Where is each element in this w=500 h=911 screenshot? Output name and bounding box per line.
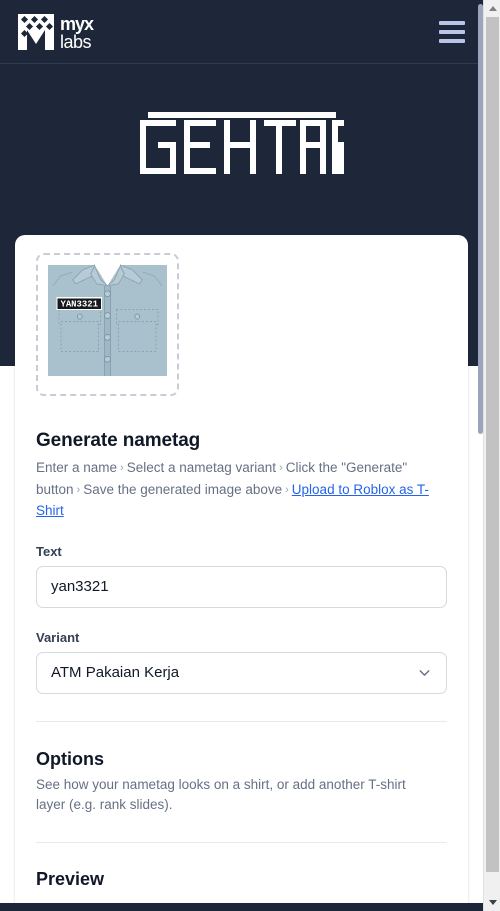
- generate-nametag-heading: Generate nametag: [36, 430, 201, 451]
- text-field-group: Text: [36, 544, 447, 608]
- step-separator: ›: [285, 483, 289, 496]
- options-heading: Options: [36, 748, 104, 769]
- hamburger-menu-icon[interactable]: [437, 19, 467, 45]
- gentag-wordmark: [0, 112, 483, 174]
- gentag-wordmark-icon: [139, 112, 344, 174]
- svg-text:labs: labs: [60, 32, 92, 52]
- text-input[interactable]: [36, 565, 447, 608]
- step-1: Enter a name: [36, 460, 118, 475]
- app-page: myx labs YAN3321 Generate nametag Enter …: [0, 0, 500, 911]
- page-viewport: myx labs YAN3321 Generate nametag Enter …: [0, 0, 483, 911]
- step-separator: ›: [279, 462, 283, 474]
- variant-select-wrapper: ATM Pakaian Kerja: [36, 651, 447, 694]
- text-field-label: Text: [36, 543, 62, 559]
- scroll-down-arrow[interactable]: [484, 894, 500, 911]
- variant-field-group: Variant ATM Pakaian Kerja: [36, 630, 447, 694]
- variant-select[interactable]: ATM Pakaian Kerja: [36, 651, 447, 694]
- scroll-up-arrow[interactable]: [484, 0, 500, 17]
- nametag-thumbnail[interactable]: YAN3321: [36, 253, 179, 396]
- variant-select-value: ATM Pakaian Kerja: [51, 664, 180, 681]
- step-separator: ›: [76, 483, 81, 496]
- browser-scrollbar-thumb[interactable]: [486, 17, 499, 872]
- myx-labs-logo-icon: myx labs: [18, 13, 95, 52]
- variant-field-label: Variant: [36, 629, 80, 645]
- hamburger-line: [439, 20, 465, 25]
- top-navbar: myx labs: [0, 0, 483, 64]
- browser-scrollbar[interactable]: [483, 0, 500, 911]
- page-footer-strip: [0, 903, 483, 911]
- options-description: See how your nametag looks on a shirt, o…: [36, 776, 406, 812]
- thumbnail-nametag-text: YAN3321: [60, 300, 97, 310]
- step-4: Save the generated image above: [83, 481, 283, 497]
- svg-text:myx: myx: [60, 14, 94, 34]
- hamburger-line: [439, 38, 465, 43]
- preview-heading: Preview: [36, 868, 105, 889]
- triangle-down-icon: [488, 900, 497, 905]
- main-card: YAN3321 Generate nametag Enter a name › Se…: [15, 235, 468, 911]
- brand-logo[interactable]: myx labs: [16, 12, 110, 52]
- generate-steps-text: Enter a name › Select a nametag variant › Cl…: [36, 458, 447, 522]
- shirt-preview-image: YAN3321: [43, 260, 172, 389]
- preview-divider: [36, 841, 447, 843]
- step-2: Select a nametag variant: [126, 460, 277, 475]
- options-divider: [36, 720, 447, 722]
- step-separator: ›: [120, 462, 124, 474]
- hamburger-line: [439, 29, 465, 34]
- triangle-up-icon: [488, 6, 497, 11]
